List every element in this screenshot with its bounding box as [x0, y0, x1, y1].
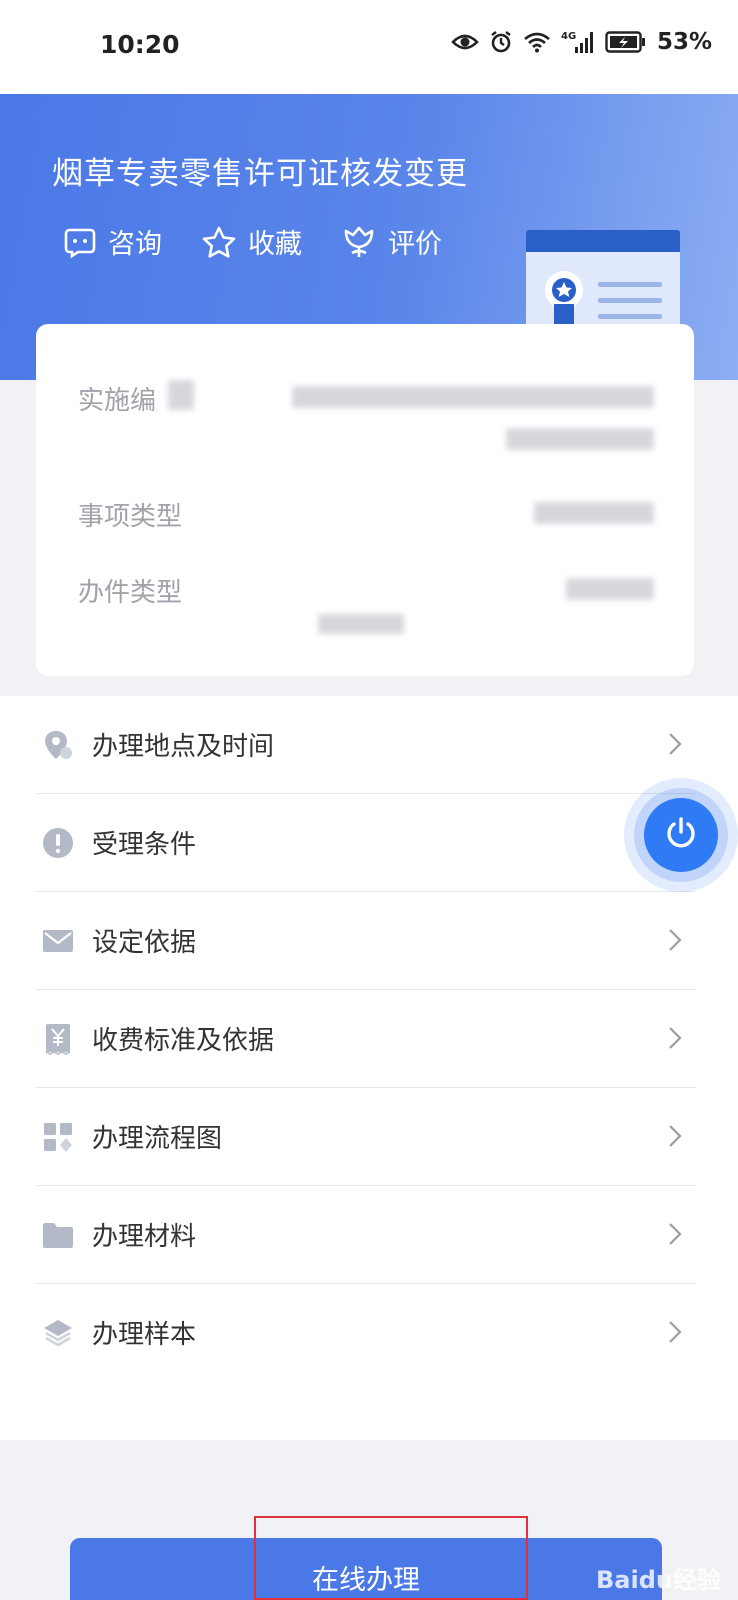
envelope-icon [42, 925, 74, 957]
review-button[interactable]: 评价 [342, 222, 442, 261]
alarm-icon [489, 30, 513, 54]
info-label-item-type: 事项类型 [78, 502, 183, 532]
chevron-right-icon [668, 1222, 682, 1250]
status-bar: 10:20 4G 53% [0, 0, 738, 94]
wifi-icon [523, 31, 551, 53]
menu-item-acceptance-conditions[interactable]: 受理条件 [36, 794, 696, 892]
info-label-case-type: 办件类型 [78, 578, 183, 608]
redacted-value [292, 386, 654, 408]
menu-item-label: 办理样本 [92, 1320, 197, 1350]
menu-item-label: 设定依据 [92, 928, 197, 958]
menu-item-label: 受理条件 [92, 830, 197, 860]
redacted-value [566, 578, 654, 600]
menu-item-fee-standard[interactable]: 收费标准及依据 [36, 990, 696, 1088]
highlight-box [254, 1516, 528, 1600]
redacted-value [318, 614, 404, 634]
menu-item-materials[interactable]: 办理材料 [36, 1186, 696, 1284]
menu-item-label: 办理流程图 [92, 1124, 223, 1154]
layers-icon [42, 1317, 74, 1349]
menu-item-label: 收费标准及依据 [92, 1026, 275, 1056]
chevron-right-icon [668, 732, 682, 760]
menu-item-label: 办理地点及时间 [92, 732, 275, 762]
baidu-watermark: Baidu经验 [596, 1566, 721, 1594]
battery-percentage: 53% [656, 29, 712, 55]
exclamation-icon [42, 827, 74, 859]
grid-icon [42, 1121, 74, 1153]
signal-icon: 4G [561, 29, 595, 55]
battery-icon [605, 30, 647, 54]
menu-item-samples[interactable]: 办理样本 [36, 1284, 696, 1382]
location-icon [42, 729, 74, 761]
header-actions: 咨询 收藏 评价 [64, 222, 442, 261]
favorite-button[interactable]: 收藏 [202, 222, 302, 261]
review-label: 评价 [388, 229, 442, 260]
folder-icon [42, 1219, 74, 1251]
service-menu: 办理地点及时间 受理条件 设定依据 收费标准及依据 办理流程图 办理材料 办理样… [0, 696, 738, 1440]
consult-button[interactable]: 咨询 [64, 222, 162, 261]
chevron-right-icon [668, 928, 682, 956]
yen-icon [42, 1023, 74, 1055]
consult-label: 咨询 [108, 229, 162, 260]
info-label-code: 实施编 [78, 386, 157, 416]
menu-item-flowchart[interactable]: 办理流程图 [36, 1088, 696, 1186]
info-card: 实施编 事项类型 办件类型 [36, 324, 694, 676]
chat-icon [64, 226, 96, 258]
redacted-value [506, 428, 654, 450]
menu-item-label: 办理材料 [92, 1222, 197, 1252]
chevron-right-icon [668, 1026, 682, 1054]
flower-icon [342, 225, 376, 259]
floating-power-button[interactable] [624, 778, 738, 892]
redacted-value [168, 380, 194, 410]
status-icons: 4G 53% [451, 29, 712, 55]
chevron-right-icon [668, 1320, 682, 1348]
power-icon [663, 815, 699, 855]
favorite-label: 收藏 [248, 229, 302, 260]
eye-icon [451, 32, 479, 52]
network-type: 4G [561, 31, 576, 42]
menu-item-location-time[interactable]: 办理地点及时间 [36, 696, 696, 794]
status-time: 10:20 [100, 30, 180, 59]
redacted-value [534, 502, 654, 524]
star-icon [202, 226, 236, 258]
chevron-right-icon [668, 1124, 682, 1152]
page-title: 烟草专卖零售许可证核发变更 [52, 156, 468, 192]
menu-item-legal-basis[interactable]: 设定依据 [36, 892, 696, 990]
